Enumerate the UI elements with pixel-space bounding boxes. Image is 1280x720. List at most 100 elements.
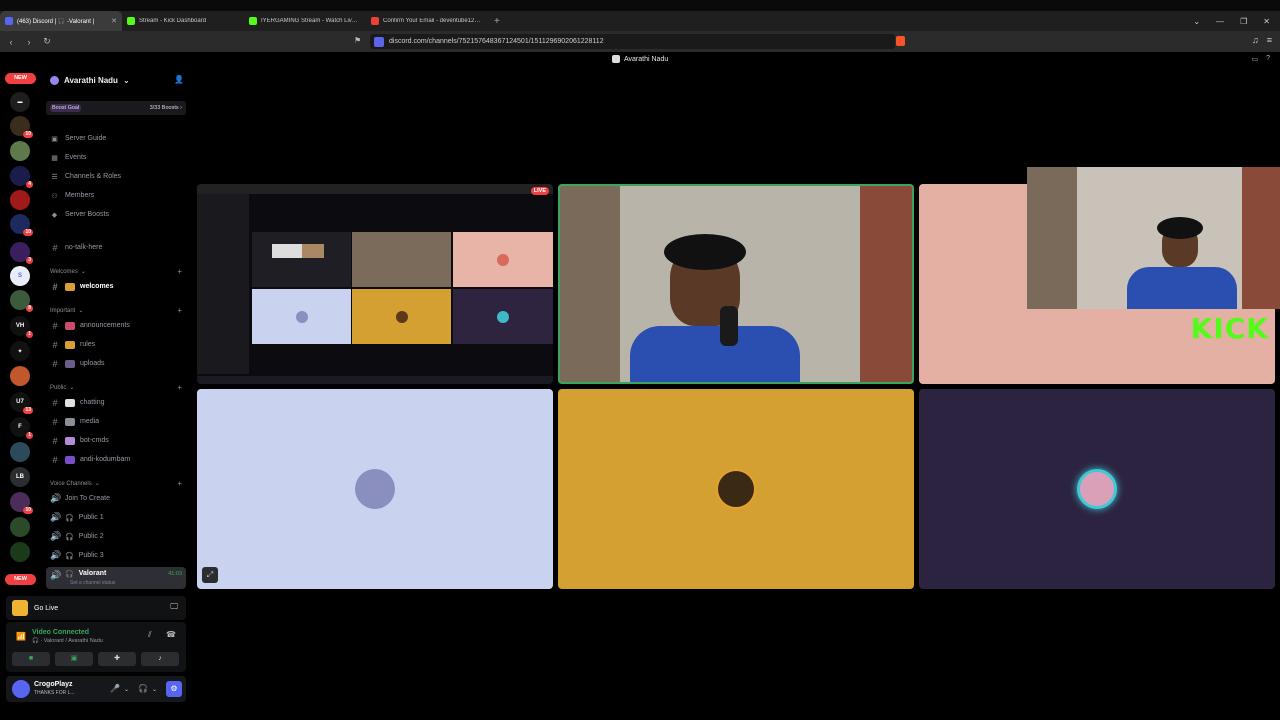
channel-rules[interactable]: # rules <box>46 337 186 352</box>
server-icon[interactable]: 10 <box>10 116 33 138</box>
expand-icon[interactable]: ⤢ <box>202 567 218 583</box>
emoji-icon <box>65 359 75 368</box>
disconnect-icon[interactable]: ☎ <box>166 630 176 639</box>
voice-status-subtitle[interactable]: 🎧 · Valorant / Avarathi Nadu <box>32 638 103 644</box>
help-icon[interactable]: ? <box>1266 55 1270 63</box>
stream-tile-user[interactable] <box>919 389 1275 589</box>
restore-icon[interactable]: ❐ <box>1240 17 1247 26</box>
stream-tile-screen-share[interactable]: LIVE <box>197 184 553 384</box>
webcam-background-curtain <box>860 186 912 382</box>
channel-no-talk-here[interactable]: # no-talk-here <box>46 240 186 255</box>
noise-suppression-icon[interactable]: ⫽ <box>148 630 152 640</box>
media-icon[interactable]: ♫ <box>1252 35 1259 45</box>
server-icon[interactable]: 4 <box>10 166 33 188</box>
tab-iyergaming[interactable]: IYERGAMING Stream - Watch Live on <box>244 11 366 31</box>
server-icon[interactable]: ▬ <box>10 92 30 112</box>
stream-tile-webcam[interactable] <box>558 184 914 384</box>
url-field[interactable]: discord.com/channels/752157648367124501/… <box>370 34 895 49</box>
screen-share-icon[interactable]: 🖵 <box>170 602 178 612</box>
category-voice-channels[interactable]: Voice Channels ⌄ + <box>50 479 182 488</box>
menu-icon[interactable]: ≡ <box>1267 35 1272 45</box>
server-icon[interactable] <box>10 442 30 462</box>
add-channel-icon[interactable]: + <box>177 479 182 488</box>
nav-server-boosts[interactable]: ◆ Server Boosts <box>46 207 186 222</box>
new-tab-button[interactable]: + <box>494 16 500 27</box>
game-icon <box>12 600 28 616</box>
chevron-down-icon: ⌄ <box>69 385 75 391</box>
chevron-down-icon[interactable]: ⌄ <box>124 686 129 693</box>
channel-bot-cmds[interactable]: # bot-cmds <box>46 433 186 448</box>
avatar[interactable] <box>12 680 30 698</box>
nav-label: Members <box>65 192 95 199</box>
brave-shield-icon[interactable] <box>896 36 905 46</box>
voice-valorant[interactable]: 🔊 🎧 Valorant 41:03 Set a channel status <box>46 567 186 589</box>
category-important[interactable]: Important ⌄ + <box>50 306 182 315</box>
headphones-icon[interactable]: 🎧 <box>138 684 148 693</box>
camera-button[interactable]: ■ <box>12 652 50 666</box>
chevron-down-icon[interactable]: ⌄ <box>152 686 157 693</box>
tab-kick-dashboard[interactable]: Stream - Kick Dashboard <box>122 11 244 31</box>
invite-icon[interactable]: 👤 <box>174 75 184 84</box>
server-icon[interactable]: 10 <box>10 492 33 514</box>
voice-public-1[interactable]: 🔊 🎧 Public 1 <box>46 510 186 525</box>
server-icon[interactable]: LB <box>10 467 30 487</box>
channel-welcomes[interactable]: # welcomes <box>46 279 186 294</box>
channel-announcements[interactable]: # announcements <box>46 318 186 333</box>
server-header[interactable]: Avarathi Nadu ⌄ 👤 <box>40 68 192 92</box>
add-channel-icon[interactable]: + <box>177 267 182 276</box>
nav-events[interactable]: ▦ Events <box>46 150 186 165</box>
server-icon[interactable] <box>10 517 30 537</box>
channel-uploads[interactable]: # uploads <box>46 356 186 371</box>
channel-status-input[interactable]: Set a channel status <box>70 580 115 586</box>
signal-icon[interactable]: 📶 <box>16 632 26 641</box>
microphone-icon[interactable]: 🎤 <box>110 684 120 693</box>
reload-icon[interactable]: ↻ <box>40 36 54 47</box>
nav-channels-roles[interactable]: ☰ Channels & Roles <box>46 169 186 184</box>
minimize-icon[interactable]: — <box>1216 17 1224 26</box>
bookmark-icon[interactable]: ⚑ <box>354 36 361 45</box>
voice-public-3[interactable]: 🔊 🎧 Public 3 <box>46 548 186 563</box>
category-welcomes[interactable]: Welcomes ⌄ + <box>50 267 182 276</box>
server-icon[interactable]: F1 <box>10 417 33 439</box>
voice-public-2[interactable]: 🔊 🎧 Public 2 <box>46 529 186 544</box>
voice-status-title[interactable]: Video Connected <box>32 629 89 636</box>
server-icon[interactable]: 10 <box>10 214 33 236</box>
close-window-icon[interactable]: ✕ <box>1263 17 1270 26</box>
screen-share-button[interactable]: ▣ <box>55 652 93 666</box>
close-tab-icon[interactable]: ✕ <box>111 17 117 25</box>
stream-tile-user[interactable] <box>558 389 914 589</box>
nav-members[interactable]: ⚇ Members <box>46 188 186 203</box>
channel-media[interactable]: # media <box>46 414 186 429</box>
server-icon[interactable]: U7 13 <box>10 392 33 414</box>
voice-join-to-create[interactable]: 🔊 Join To Create <box>46 491 186 506</box>
chevron-down-icon[interactable]: ⌄ <box>1193 17 1200 26</box>
tab-gmail[interactable]: Confirm Your Email - deventube123@ <box>366 11 488 31</box>
server-icon[interactable]: VH 1 <box>10 316 33 338</box>
back-icon[interactable]: ‹ <box>4 37 18 47</box>
go-live-panel[interactable]: Go Live 🖵 <box>6 596 186 620</box>
server-icon[interactable] <box>10 366 30 386</box>
forward-icon[interactable]: › <box>22 37 36 47</box>
inbox-icon[interactable]: ▭ <box>1251 55 1258 63</box>
server-icon[interactable] <box>10 141 30 161</box>
server-icon[interactable]: S <box>10 266 30 286</box>
server-icon[interactable] <box>10 542 30 562</box>
server-icon[interactable]: 8 <box>10 290 33 312</box>
soundboard-button[interactable]: ♪ <box>141 652 179 666</box>
tab-discord[interactable]: (463) Discord | 🎧 -Valorant | ✕ <box>0 11 122 31</box>
username[interactable]: CrogoPlayz <box>34 681 73 688</box>
channel-andi-kodumbam[interactable]: # andi-kodumbam <box>46 452 186 467</box>
add-channel-icon[interactable]: + <box>177 383 182 392</box>
activities-button[interactable]: ✚ <box>98 652 136 666</box>
server-icon[interactable] <box>10 190 30 210</box>
stream-tile-user[interactable] <box>197 389 553 589</box>
site-info-icon[interactable] <box>374 36 384 47</box>
channel-chatting[interactable]: # chatting <box>46 395 186 410</box>
server-icon[interactable]: 3 <box>10 242 33 264</box>
boost-goal[interactable]: Boost Goal 3/33 Boosts › <box>46 101 186 115</box>
server-icon[interactable]: ✦ <box>10 341 30 361</box>
nav-server-guide[interactable]: ▣ Server Guide <box>46 131 186 146</box>
add-channel-icon[interactable]: + <box>177 306 182 315</box>
gear-icon[interactable]: ⚙ <box>166 681 182 697</box>
category-public[interactable]: Public ⌄ + <box>50 383 182 392</box>
